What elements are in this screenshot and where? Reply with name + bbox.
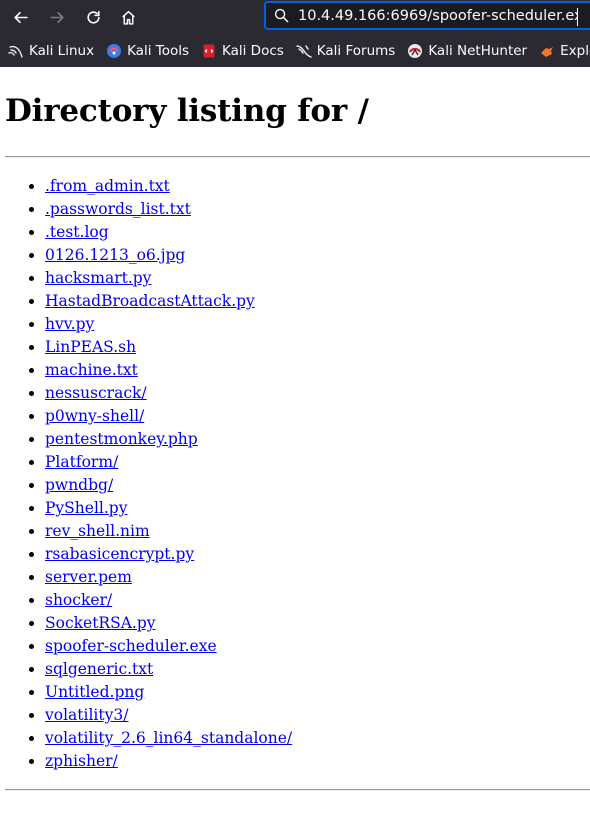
- bookmarks-bar: Kali Linux Kali Tools Kali Docs Kali For…: [0, 34, 590, 67]
- home-icon: [121, 10, 135, 25]
- reload-button[interactable]: [80, 4, 106, 30]
- list-item: Untitled.png: [45, 681, 590, 704]
- list-item: LinPEAS.sh: [45, 336, 590, 359]
- file-link[interactable]: volatility_2.6_lin64_standalone/: [45, 729, 292, 747]
- bookmark-kali-docs[interactable]: Kali Docs: [201, 43, 284, 59]
- page-content: Directory listing for / .from_admin.txt.…: [0, 90, 590, 791]
- list-item: PyShell.py: [45, 497, 590, 520]
- file-link[interactable]: 0126.1213_o6.jpg: [45, 246, 185, 264]
- bookmark-kali-forums[interactable]: Kali Forums: [296, 42, 396, 59]
- bookmark-label: Kali Linux: [29, 42, 95, 59]
- list-item: rsabasicencrypt.py: [45, 543, 590, 566]
- divider-top: [5, 156, 590, 158]
- file-link[interactable]: machine.txt: [45, 361, 138, 379]
- text-caret: [577, 8, 578, 26]
- page-title: Directory listing for /: [5, 93, 369, 129]
- list-item: .passwords_list.txt: [45, 198, 590, 221]
- file-list: .from_admin.txt .passwords_list.txt .test.…: [5, 175, 590, 773]
- search-icon: [266, 8, 296, 23]
- file-link[interactable]: spoofer-scheduler.exe: [45, 637, 217, 655]
- back-button[interactable]: [7, 4, 33, 30]
- list-item: spoofer-scheduler.exe: [45, 635, 590, 658]
- list-item: pentestmonkey.php: [45, 428, 590, 451]
- kali-docs-icon: [201, 43, 217, 59]
- file-link[interactable]: .from_admin.txt: [45, 177, 170, 195]
- forward-button[interactable]: [44, 4, 70, 30]
- bookmark-exploit-db[interactable]: Exploit: [539, 43, 590, 59]
- navigation-toolbar: [0, 0, 590, 34]
- file-link[interactable]: HastadBroadcastAttack.py: [45, 292, 255, 310]
- bookmark-label: Kali Tools: [127, 42, 189, 59]
- file-link[interactable]: hvv.py: [45, 315, 94, 333]
- file-link[interactable]: pwndbg/: [45, 476, 113, 494]
- file-link[interactable]: SocketRSA.py: [45, 614, 156, 632]
- file-link[interactable]: p0wny-shell/: [45, 407, 144, 425]
- list-item: p0wny-shell/: [45, 405, 590, 428]
- list-item: volatility_2.6_lin64_standalone/: [45, 727, 590, 750]
- list-item: pwndbg/: [45, 474, 590, 497]
- list-item: volatility3/: [45, 704, 590, 727]
- file-link[interactable]: .passwords_list.txt: [45, 200, 191, 218]
- file-link[interactable]: Platform/: [45, 453, 118, 471]
- list-item: nessuscrack/: [45, 382, 590, 405]
- divider-bottom: [5, 789, 590, 791]
- file-link[interactable]: Untitled.png: [45, 683, 144, 701]
- list-item: rev_shell.nim: [45, 520, 590, 543]
- bookmark-label: Kali Docs: [222, 42, 284, 59]
- list-item: Platform/: [45, 451, 590, 474]
- list-item: .test.log: [45, 221, 590, 244]
- bookmark-kali-linux[interactable]: Kali Linux: [8, 43, 94, 59]
- bookmark-label: Exploit: [560, 42, 590, 59]
- file-link[interactable]: LinPEAS.sh: [45, 338, 136, 356]
- file-link[interactable]: zphisher/: [45, 752, 118, 770]
- list-item: hacksmart.py: [45, 267, 590, 290]
- list-item: server.pem: [45, 566, 590, 589]
- file-link[interactable]: rsabasicencrypt.py: [45, 545, 194, 563]
- list-item: hvv.py: [45, 313, 590, 336]
- kali-dragon-icon: [8, 43, 24, 59]
- kali-forums-icon: [296, 43, 312, 59]
- file-link[interactable]: PyShell.py: [45, 499, 127, 517]
- list-item: machine.txt: [45, 359, 590, 382]
- bookmark-kali-tools[interactable]: Kali Tools: [106, 43, 189, 59]
- list-item: .from_admin.txt: [45, 175, 590, 198]
- file-link[interactable]: sqlgeneric.txt: [45, 660, 153, 678]
- file-link[interactable]: hacksmart.py: [45, 269, 151, 287]
- file-link[interactable]: .test.log: [45, 223, 109, 241]
- list-item: sqlgeneric.txt: [45, 658, 590, 681]
- url-bar[interactable]: [264, 1, 590, 30]
- kali-tools-icon: [106, 43, 122, 59]
- reload-icon: [86, 10, 100, 24]
- bookmark-label: Kali Forums: [316, 42, 396, 59]
- file-link[interactable]: volatility3/: [45, 706, 128, 724]
- list-item: SocketRSA.py: [45, 612, 590, 635]
- file-link[interactable]: nessuscrack/: [45, 384, 147, 402]
- file-link[interactable]: shocker/: [45, 591, 112, 609]
- forward-arrow-icon: [49, 11, 64, 23]
- list-item: shocker/: [45, 589, 590, 612]
- bookmark-label: Kali NetHunter: [428, 42, 528, 59]
- file-link[interactable]: pentestmonkey.php: [45, 430, 198, 448]
- file-link[interactable]: server.pem: [45, 568, 132, 586]
- back-arrow-icon: [13, 11, 28, 23]
- bookmark-kali-nethunter[interactable]: Kali NetHunter: [407, 43, 527, 59]
- exploit-db-icon: [539, 43, 555, 59]
- list-item: HastadBroadcastAttack.py: [45, 290, 590, 313]
- file-link[interactable]: rev_shell.nim: [45, 522, 150, 540]
- url-input[interactable]: [298, 7, 578, 24]
- kali-nethunter-icon: [407, 43, 423, 59]
- list-item: 0126.1213_o6.jpg: [45, 244, 590, 267]
- list-item: zphisher/: [45, 750, 590, 773]
- home-button[interactable]: [115, 4, 141, 30]
- browser-chrome: Kali Linux Kali Tools Kali Docs Kali For…: [0, 0, 590, 67]
